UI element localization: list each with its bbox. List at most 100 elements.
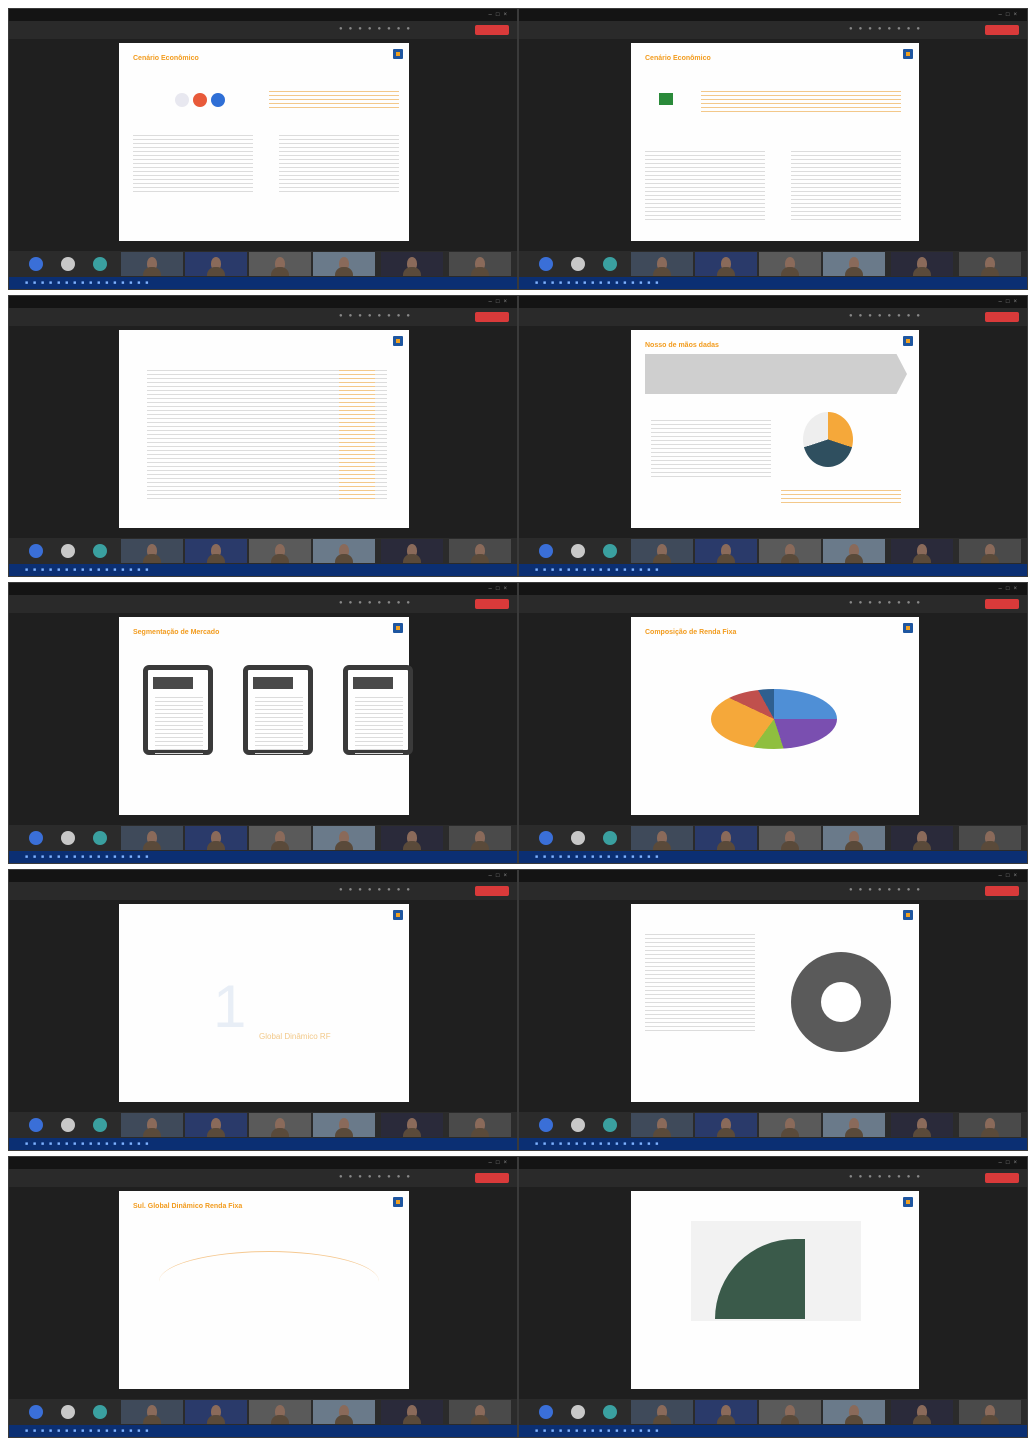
taskbar-icons[interactable]: ■■■■■■■■■■■■■■■■ xyxy=(535,1428,663,1434)
video-tile[interactable] xyxy=(631,1400,693,1424)
participant-avatar[interactable] xyxy=(93,1118,107,1132)
toolbar-icons[interactable]: ●●●●●●●● xyxy=(339,313,416,319)
video-tile[interactable] xyxy=(695,826,757,850)
toolbar-icons[interactable]: ●●●●●●●● xyxy=(849,1174,926,1180)
participant-avatar[interactable] xyxy=(539,1118,553,1132)
leave-button[interactable] xyxy=(475,599,509,609)
participant-avatar[interactable] xyxy=(93,257,107,271)
video-tile[interactable] xyxy=(449,539,511,563)
participant-avatar[interactable] xyxy=(539,257,553,271)
taskbar-icons[interactable]: ■■■■■■■■■■■■■■■■ xyxy=(25,280,153,286)
video-tile[interactable] xyxy=(891,539,953,563)
video-tile[interactable] xyxy=(891,826,953,850)
video-tile[interactable] xyxy=(959,252,1021,276)
window-controls[interactable]: –□× xyxy=(999,583,1021,595)
video-tile[interactable] xyxy=(449,252,511,276)
video-tile[interactable] xyxy=(121,1113,183,1137)
leave-button[interactable] xyxy=(985,25,1019,35)
video-tile[interactable] xyxy=(631,826,693,850)
leave-button[interactable] xyxy=(475,25,509,35)
participant-avatar[interactable] xyxy=(29,1405,43,1419)
video-tile[interactable] xyxy=(823,1113,885,1137)
video-tile[interactable] xyxy=(381,1113,443,1137)
video-tile[interactable] xyxy=(759,1113,821,1137)
video-tile[interactable] xyxy=(313,1113,375,1137)
taskbar-icons[interactable]: ■■■■■■■■■■■■■■■■ xyxy=(25,1428,153,1434)
leave-button[interactable] xyxy=(985,886,1019,896)
video-tile[interactable] xyxy=(759,539,821,563)
video-tile[interactable] xyxy=(381,826,443,850)
video-tile[interactable] xyxy=(449,1400,511,1424)
window-controls[interactable]: –□× xyxy=(489,296,511,308)
video-tile[interactable] xyxy=(631,539,693,563)
taskbar-icons[interactable]: ■■■■■■■■■■■■■■■■ xyxy=(535,1141,663,1147)
window-controls[interactable]: –□× xyxy=(489,583,511,595)
window-controls[interactable]: –□× xyxy=(999,1157,1021,1169)
video-tile[interactable] xyxy=(823,1400,885,1424)
video-tile[interactable] xyxy=(185,252,247,276)
video-tile[interactable] xyxy=(891,1113,953,1137)
video-tile[interactable] xyxy=(313,826,375,850)
toolbar-icons[interactable]: ●●●●●●●● xyxy=(849,313,926,319)
window-controls[interactable]: –□× xyxy=(489,9,511,21)
participant-avatar[interactable] xyxy=(93,1405,107,1419)
video-tile[interactable] xyxy=(449,826,511,850)
video-tile[interactable] xyxy=(959,539,1021,563)
toolbar-icons[interactable]: ●●●●●●●● xyxy=(849,887,926,893)
window-controls[interactable]: –□× xyxy=(999,870,1021,882)
participant-avatar[interactable] xyxy=(603,1118,617,1132)
video-tile[interactable] xyxy=(313,1400,375,1424)
participant-avatar[interactable] xyxy=(571,544,585,558)
leave-button[interactable] xyxy=(475,886,509,896)
video-tile[interactable] xyxy=(695,539,757,563)
video-tile[interactable] xyxy=(249,1113,311,1137)
leave-button[interactable] xyxy=(475,1173,509,1183)
video-tile[interactable] xyxy=(313,539,375,563)
participant-avatar[interactable] xyxy=(61,257,75,271)
participant-avatar[interactable] xyxy=(603,831,617,845)
leave-button[interactable] xyxy=(985,599,1019,609)
video-tile[interactable] xyxy=(185,826,247,850)
window-controls[interactable]: –□× xyxy=(999,296,1021,308)
participant-avatar[interactable] xyxy=(93,544,107,558)
video-tile[interactable] xyxy=(185,1113,247,1137)
participant-avatar[interactable] xyxy=(603,257,617,271)
taskbar-icons[interactable]: ■■■■■■■■■■■■■■■■ xyxy=(25,567,153,573)
leave-button[interactable] xyxy=(985,1173,1019,1183)
taskbar-icons[interactable]: ■■■■■■■■■■■■■■■■ xyxy=(535,854,663,860)
video-tile[interactable] xyxy=(121,252,183,276)
video-tile[interactable] xyxy=(959,1113,1021,1137)
video-tile[interactable] xyxy=(249,252,311,276)
participant-avatar[interactable] xyxy=(571,831,585,845)
video-tile[interactable] xyxy=(381,252,443,276)
participant-avatar[interactable] xyxy=(29,1118,43,1132)
video-tile[interactable] xyxy=(891,1400,953,1424)
video-tile[interactable] xyxy=(759,826,821,850)
taskbar-icons[interactable]: ■■■■■■■■■■■■■■■■ xyxy=(25,1141,153,1147)
video-tile[interactable] xyxy=(823,252,885,276)
video-tile[interactable] xyxy=(823,539,885,563)
toolbar-icons[interactable]: ●●●●●●●● xyxy=(849,26,926,32)
participant-avatar[interactable] xyxy=(603,544,617,558)
video-tile[interactable] xyxy=(249,539,311,563)
participant-avatar[interactable] xyxy=(571,257,585,271)
video-tile[interactable] xyxy=(249,1400,311,1424)
video-tile[interactable] xyxy=(759,1400,821,1424)
video-tile[interactable] xyxy=(959,826,1021,850)
taskbar-icons[interactable]: ■■■■■■■■■■■■■■■■ xyxy=(535,280,663,286)
window-controls[interactable]: –□× xyxy=(489,870,511,882)
window-controls[interactable]: –□× xyxy=(999,9,1021,21)
toolbar-icons[interactable]: ●●●●●●●● xyxy=(339,600,416,606)
participant-avatar[interactable] xyxy=(539,831,553,845)
participant-avatar[interactable] xyxy=(539,1405,553,1419)
video-tile[interactable] xyxy=(185,539,247,563)
video-tile[interactable] xyxy=(249,826,311,850)
video-tile[interactable] xyxy=(823,826,885,850)
video-tile[interactable] xyxy=(891,252,953,276)
video-tile[interactable] xyxy=(185,1400,247,1424)
video-tile[interactable] xyxy=(381,1400,443,1424)
toolbar-icons[interactable]: ●●●●●●●● xyxy=(849,600,926,606)
leave-button[interactable] xyxy=(985,312,1019,322)
participant-avatar[interactable] xyxy=(603,1405,617,1419)
participant-avatar[interactable] xyxy=(61,1405,75,1419)
